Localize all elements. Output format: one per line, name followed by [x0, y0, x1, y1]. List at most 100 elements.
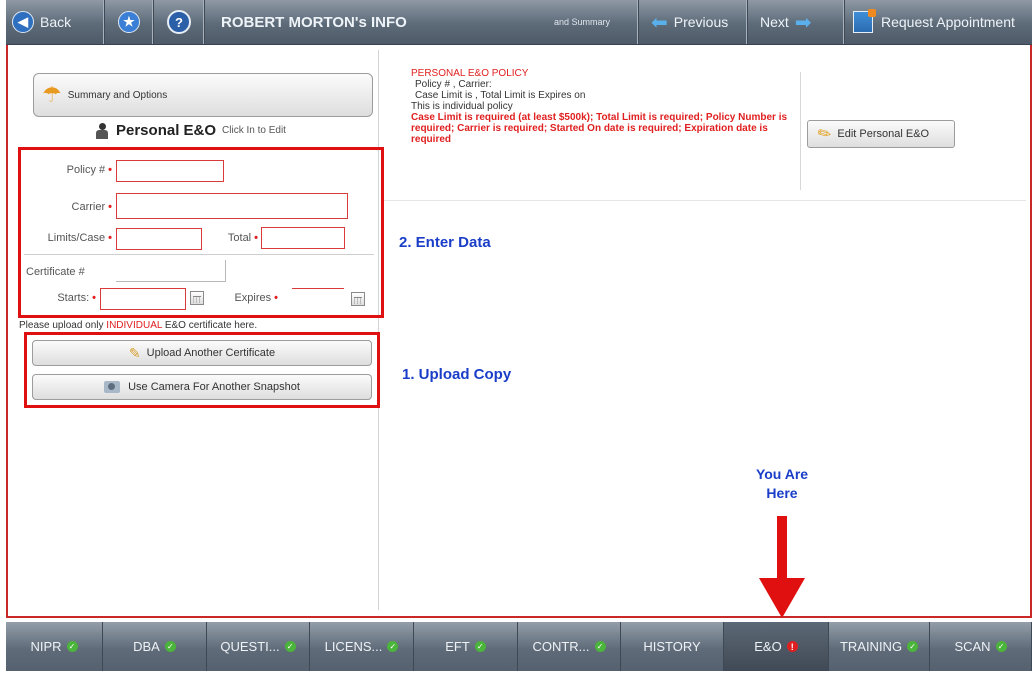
request-appointment-button[interactable]: Request Appointment: [844, 0, 1033, 44]
top-toolbar: ◀ Back ★ ? ROBERT MORTON's INFO and Summ…: [6, 0, 1032, 45]
red-arrow-shaft: [777, 516, 787, 580]
tab-training[interactable]: TRAINING ✓: [829, 622, 930, 671]
camera-icon: [104, 381, 121, 393]
request-label: Request Appointment: [881, 14, 1015, 30]
page-title-text: ROBERT MORTON's INFO: [221, 13, 407, 31]
check-icon: ✓: [284, 641, 296, 652]
check-icon: ✓: [164, 641, 176, 652]
step-2-annotation: 2. Enter Data: [399, 234, 491, 251]
check-icon: ✓: [474, 641, 486, 652]
home-icon: ★: [118, 11, 140, 33]
certificate-label: Certificate #: [26, 266, 85, 278]
error-icon: !: [786, 641, 798, 652]
back-label: Back: [40, 14, 72, 30]
tab-label: LICENS...: [324, 639, 383, 654]
tab-label: QUESTI...: [220, 639, 280, 654]
column-divider: [378, 50, 379, 610]
policy-line-2: Case Limit is , Total Limit is Expires o…: [415, 90, 586, 101]
limits-case-label: Limits/Case •: [47, 232, 112, 244]
check-icon: ✓: [995, 641, 1007, 652]
upload-certificate-button[interactable]: ✎ Upload Another Certificate: [32, 340, 372, 366]
check-icon: ✓: [387, 641, 399, 652]
policy-number-input[interactable]: [116, 160, 224, 182]
expires-date-input[interactable]: [292, 288, 344, 310]
tab-label: HISTORY: [643, 639, 701, 654]
tab-label: DBA: [133, 639, 160, 654]
back-button[interactable]: ◀ Back: [12, 0, 102, 44]
limits-case-input[interactable]: [116, 228, 202, 250]
page-title: ROBERT MORTON's INFO: [204, 0, 561, 44]
check-icon: ✓: [907, 641, 919, 652]
total-label: Total •: [227, 232, 258, 244]
total-input[interactable]: [261, 227, 345, 249]
expires-label: Expires •: [234, 292, 278, 304]
next-label: Next: [760, 14, 789, 30]
policy-line-3: This is individual policy: [411, 101, 513, 112]
check-icon: ✓: [594, 641, 606, 652]
tab-label: NIPR: [30, 639, 62, 654]
form-separator: [24, 254, 374, 255]
summary-link[interactable]: and Summary: [554, 0, 634, 44]
tab-scan[interactable]: SCAN ✓: [930, 622, 1032, 671]
umbrella-icon: ☂: [42, 82, 62, 107]
upload-icon: ✎: [128, 344, 141, 361]
policy-summary: PERSONAL E&O POLICY Policy # , Carrier: …: [411, 68, 791, 145]
previous-arrow-icon: ⬅: [651, 11, 668, 34]
red-arrow-down-icon: [759, 578, 805, 618]
help-icon: ?: [167, 10, 191, 34]
carrier-label: Carrier •: [71, 201, 112, 213]
tab-label: TRAINING: [839, 639, 903, 654]
calendar-icon: [853, 9, 876, 33]
tab-contr[interactable]: CONTR... ✓: [518, 622, 621, 671]
section-title: Personal E&O: [116, 122, 217, 139]
tab-label: CONTR...: [532, 639, 590, 654]
upload-certificate-label: Upload Another Certificate: [146, 347, 276, 359]
section-header: Personal E&O Click In to Edit: [96, 122, 286, 139]
tab-nipr[interactable]: NIPR ✓: [6, 622, 103, 671]
tab-label: SCAN: [954, 639, 991, 654]
previous-button[interactable]: ⬅ Previous: [638, 0, 747, 44]
tab-label: E&O: [754, 639, 782, 654]
step-1-annotation: 1. Upload Copy: [402, 366, 512, 383]
certificate-input[interactable]: [116, 260, 226, 282]
tab-label: EFT: [445, 639, 470, 654]
policy-number-label: Policy # •: [66, 164, 112, 176]
you-are-annotation: You Are: [755, 466, 809, 482]
bottom-tab-bar: NIPR ✓ DBA ✓ QUESTI... ✓ LICENS... ✓ EFT ✓ CONTR..…: [6, 622, 1032, 671]
upload-notice: Please upload only INDIVIDUAL E&O certif…: [19, 320, 258, 331]
tab-history[interactable]: HISTORY: [621, 622, 724, 671]
back-arrow-icon: ◀: [12, 11, 34, 33]
person-icon: [96, 122, 108, 139]
tab-dba[interactable]: DBA ✓: [103, 622, 207, 671]
next-button[interactable]: Next ➡: [747, 0, 844, 44]
policy-bottom-rule: [384, 200, 1026, 201]
starts-calendar-icon[interactable]: [190, 291, 204, 305]
camera-snapshot-label: Use Camera For Another Snapshot: [128, 381, 300, 393]
home-button[interactable]: ★: [104, 0, 153, 44]
camera-snapshot-button[interactable]: Use Camera For Another Snapshot: [32, 374, 372, 400]
policy-divider: [800, 72, 801, 190]
edit-personal-eo-label: Edit Personal E&O: [837, 128, 930, 140]
starts-label: Starts: •: [57, 292, 96, 304]
summary-options-button[interactable]: ☂ Summary and Options: [33, 73, 373, 117]
previous-label: Previous: [673, 14, 729, 30]
click-to-edit-hint: Click In to Edit: [222, 125, 286, 136]
policy-errors: Case Limit is required (at least $500k);…: [411, 112, 788, 145]
here-annotation: Here: [766, 485, 798, 501]
carrier-input[interactable]: [116, 193, 348, 219]
starts-date-input[interactable]: [100, 288, 186, 310]
help-button[interactable]: ?: [153, 0, 204, 44]
tab-questi[interactable]: QUESTI... ✓: [207, 622, 310, 671]
summary-link-text: and Summary: [554, 17, 611, 27]
pencil-icon: ✎: [814, 123, 836, 146]
policy-line-1: Policy # , Carrier:: [415, 79, 492, 90]
next-arrow-icon: ➡: [794, 11, 812, 34]
edit-personal-eo-button[interactable]: ✎ Edit Personal E&O: [807, 120, 955, 148]
tab-e-o[interactable]: E&O!: [724, 622, 829, 671]
tab-licens[interactable]: LICENS... ✓: [310, 622, 414, 671]
check-icon: ✓: [66, 641, 78, 652]
tab-eft[interactable]: EFT ✓: [414, 622, 518, 671]
expires-calendar-icon[interactable]: [351, 292, 365, 306]
policy-heading: PERSONAL E&O POLICY: [411, 68, 529, 79]
summary-options-label: Summary and Options: [67, 89, 168, 101]
